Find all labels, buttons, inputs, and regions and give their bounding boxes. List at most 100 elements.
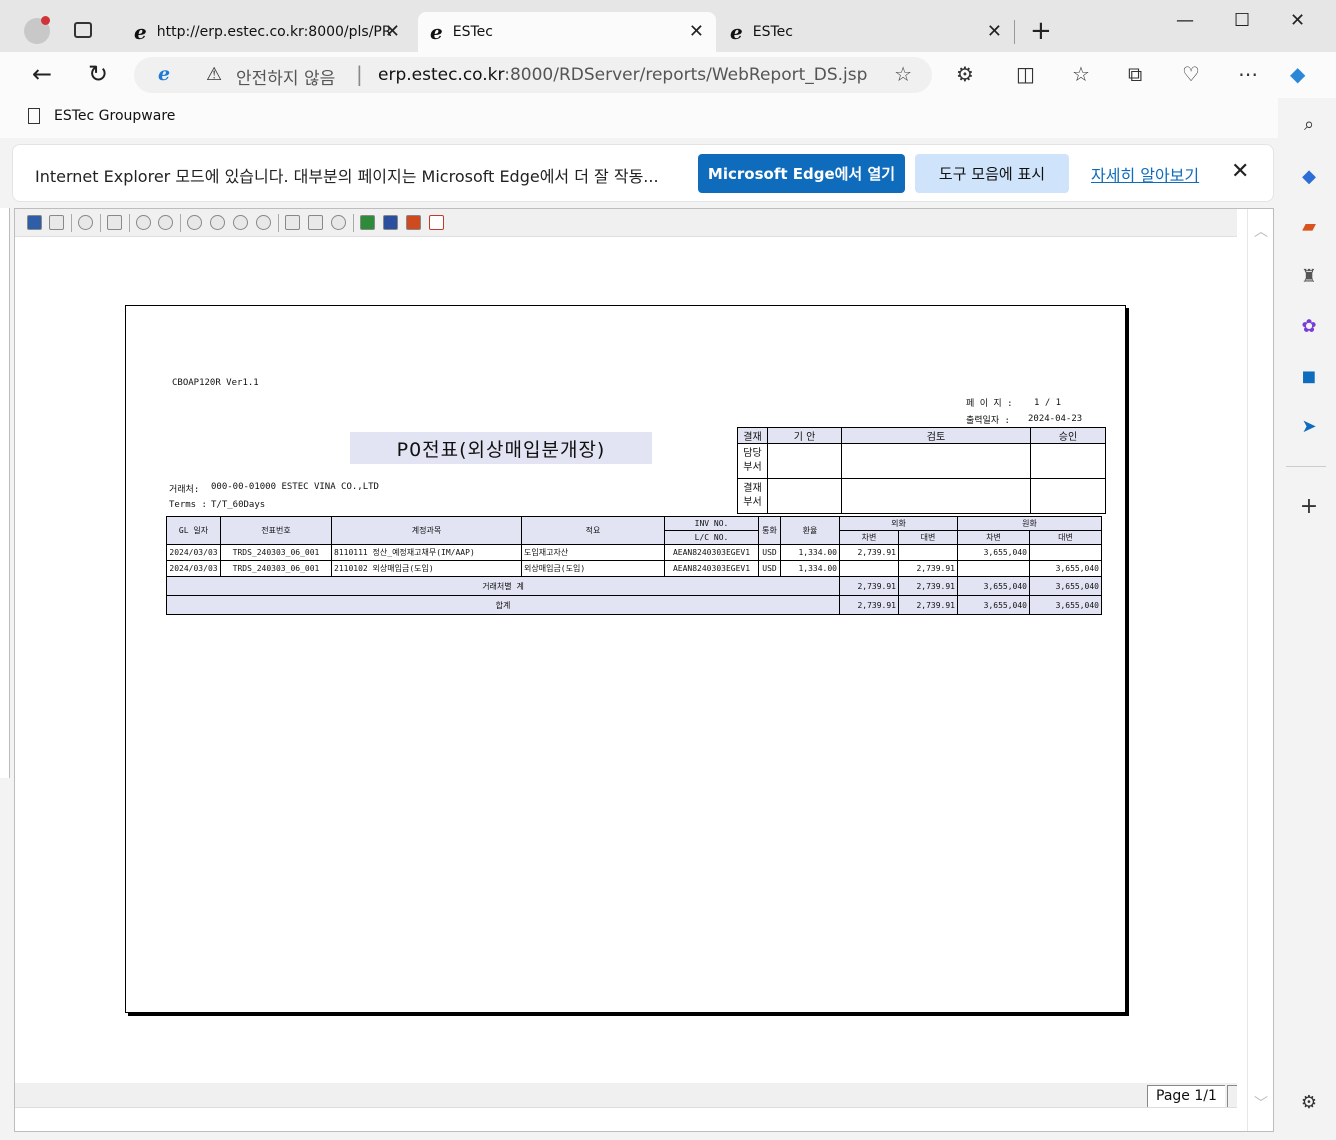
header-krw-debit: 차변 xyxy=(957,530,1030,545)
page-value: 1 / 1 xyxy=(1034,398,1062,408)
favorites-icon[interactable]: ☆ xyxy=(1072,62,1090,86)
warning-icon[interactable]: ⚠ xyxy=(206,64,222,85)
cell-krw-debit xyxy=(957,560,1030,577)
copilot-icon[interactable]: ◆ xyxy=(1290,62,1305,86)
subtotal-fx-credit: 2,739.91 xyxy=(898,576,958,596)
status-cell xyxy=(1227,1085,1237,1107)
import-icon[interactable] xyxy=(285,215,300,230)
header-fx-credit: 대변 xyxy=(898,530,958,545)
find-next-icon[interactable] xyxy=(158,215,173,230)
show-in-toolbar-button[interactable]: 도구 모음에 표시 xyxy=(915,154,1069,193)
learn-more-link[interactable]: 자세히 알아보기 xyxy=(1091,162,1199,186)
subtotal-label: 거래처별 계 xyxy=(166,576,840,596)
close-tab-icon[interactable]: ✕ xyxy=(987,21,1002,42)
tab-erp[interactable]: e http://erp.estec.co.kr:8000/pls/PR ✕ xyxy=(120,12,412,52)
approval-cell xyxy=(767,443,842,479)
header-gl-date: GL 일자 xyxy=(166,516,221,545)
tab-estec[interactable]: e ESTec ✕ xyxy=(718,12,1014,52)
profile-avatar[interactable] xyxy=(24,16,50,44)
header-inv-no: INV NO. xyxy=(664,516,759,531)
tab-actions-icon[interactable] xyxy=(74,22,92,38)
ie-icon: e xyxy=(430,20,443,44)
close-tab-icon[interactable]: ✕ xyxy=(385,21,400,42)
horizontal-scrollbar[interactable] xyxy=(15,1107,1237,1131)
cell-inv-no: AEAN8240303EGEV1 xyxy=(664,544,759,561)
close-tab-icon[interactable]: ✕ xyxy=(689,21,704,42)
cell-account: 8110111 정산_예정재고채무(IM/AAP) xyxy=(331,544,522,561)
security-status[interactable]: 안전하지 않음 xyxy=(236,64,335,89)
report-toolbar xyxy=(15,209,1237,237)
approval-cell xyxy=(1030,478,1106,514)
pdf-export-icon[interactable] xyxy=(429,215,444,230)
scroll-up-icon[interactable]: ︿ xyxy=(1254,221,1268,241)
total-fx-credit: 2,739.91 xyxy=(898,595,958,615)
viewer-status-bar xyxy=(15,1083,1237,1107)
stop-icon[interactable] xyxy=(331,215,346,230)
print-icon[interactable] xyxy=(49,215,64,230)
url-path: :8000/RDServer/reports/WebReport_DS.jsp xyxy=(504,65,868,85)
ie-mode-icon[interactable]: e xyxy=(158,63,170,85)
total-row: 합계 2,739.91 2,739.91 3,655,040 3,655,040 xyxy=(166,595,1102,615)
zoom-icon[interactable] xyxy=(78,215,93,230)
powerpoint-export-icon[interactable] xyxy=(406,215,421,230)
url-text[interactable]: erp.estec.co.kr:8000/RDServer/reports/We… xyxy=(378,65,867,85)
export-icon[interactable] xyxy=(308,215,323,230)
approval-cell xyxy=(841,478,1031,514)
excel-export-icon[interactable] xyxy=(360,215,375,230)
split-screen-icon[interactable]: ◫ xyxy=(1016,62,1035,86)
games-icon[interactable]: ♜ xyxy=(1298,266,1320,288)
cell-rate: 1,334.00 xyxy=(780,560,840,577)
minimize-icon[interactable]: — xyxy=(1176,10,1194,31)
cell-summary: 도입재고자산 xyxy=(521,544,665,561)
next-page-icon[interactable] xyxy=(233,215,248,230)
maximize-icon[interactable]: ☐ xyxy=(1234,10,1250,31)
subtotal-fx-debit: 2,739.91 xyxy=(839,576,899,596)
cell-krw-credit: 3,655,040 xyxy=(1029,560,1102,577)
back-icon[interactable]: ← xyxy=(32,60,52,88)
more-options-icon[interactable]: ⋯ xyxy=(1238,62,1258,86)
extensions-icon[interactable]: ⚙ xyxy=(956,62,974,86)
browser-essentials-icon[interactable]: ♡ xyxy=(1182,62,1200,86)
word-export-icon[interactable] xyxy=(383,215,398,230)
cell-account: 2110102 외상매입금(도입) xyxy=(331,560,522,577)
collections-icon[interactable]: ⧉ xyxy=(1128,62,1142,86)
save-icon[interactable] xyxy=(27,215,42,230)
report-title: P0전표(외상매입분개장) xyxy=(350,432,652,464)
microsoft365-icon[interactable]: ✿ xyxy=(1298,316,1320,338)
open-in-edge-button[interactable]: Microsoft Edge에서 열기 xyxy=(698,154,905,193)
new-tab-icon[interactable]: + xyxy=(1030,16,1052,46)
print-date: 2024-04-23 xyxy=(1028,414,1083,424)
approval-cell xyxy=(841,443,1031,479)
scroll-down-icon[interactable]: ﹀ xyxy=(1254,1093,1268,1113)
toolbar-separator xyxy=(129,214,130,232)
search-icon[interactable]: ⌕ xyxy=(1298,114,1320,136)
total-krw-debit: 3,655,040 xyxy=(957,595,1030,615)
settings-gear-icon[interactable]: ⚙ xyxy=(1298,1092,1320,1114)
cell-fx-debit xyxy=(839,560,899,577)
close-window-icon[interactable]: ✕ xyxy=(1290,10,1305,31)
tab-estec-active[interactable]: e ESTec ✕ xyxy=(418,12,716,52)
find-icon[interactable] xyxy=(136,215,151,230)
prev-page-icon[interactable] xyxy=(210,215,225,230)
add-sidebar-icon[interactable]: + xyxy=(1298,494,1320,519)
refresh-icon[interactable]: ↻ xyxy=(88,60,108,88)
send-icon[interactable]: ➤ xyxy=(1298,416,1320,438)
cell-voucher-no: TRDS_240303_06_001 xyxy=(220,544,332,561)
tools-briefcase-icon[interactable]: ▰ xyxy=(1298,216,1320,238)
favorite-estec-groupware[interactable]: ESTec Groupware xyxy=(28,108,175,124)
first-page-icon[interactable] xyxy=(187,215,202,230)
last-page-icon[interactable] xyxy=(256,215,271,230)
tree-icon[interactable] xyxy=(107,215,122,230)
outlook-icon[interactable]: ◼ xyxy=(1298,366,1320,388)
subtotal-krw-debit: 3,655,040 xyxy=(957,576,1030,596)
sidebar-divider xyxy=(1286,466,1326,467)
vertical-scrollbar[interactable]: ︿ ﹀ xyxy=(1247,209,1273,1131)
ie-mode-banner: Internet Explorer 모드에 있습니다. 대부분의 페이지는 Mi… xyxy=(12,144,1274,202)
address-bar[interactable]: e ⚠ 안전하지 않음 | erp.estec.co.kr:8000/RDSer… xyxy=(134,57,932,93)
background-window-edge xyxy=(0,208,10,778)
shopping-tag-icon[interactable]: ◆ xyxy=(1298,166,1320,188)
close-banner-icon[interactable]: ✕ xyxy=(1231,159,1249,184)
toolbar-separator xyxy=(353,214,354,232)
page-indicator: Page 1/1 xyxy=(1147,1085,1225,1107)
favorite-star-icon[interactable]: ☆ xyxy=(894,62,912,86)
